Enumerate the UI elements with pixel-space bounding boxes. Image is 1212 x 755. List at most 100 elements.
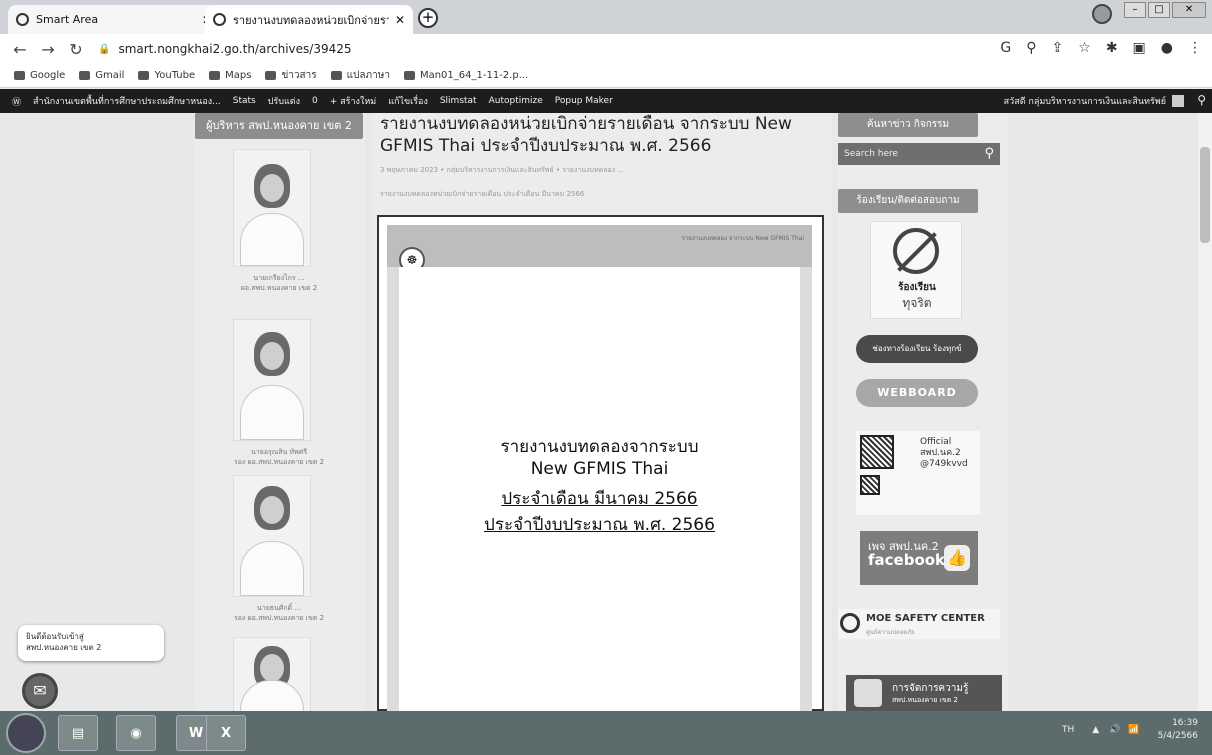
executive-photo-4[interactable] xyxy=(233,637,311,711)
executive-caption-3: นายธนศักดิ์ ... รอง ผอ.สพป.หนองคาย เขต 2 xyxy=(233,604,325,622)
clock-date: 5/4/2566 xyxy=(1157,731,1198,741)
admin-site-name[interactable]: สำนักงานเขตพื้นที่การศึกษาประถมศึกษาหนอง… xyxy=(33,94,221,108)
complaint-channel-button[interactable]: ช่องทางร้องเรียน ร้องทุกข์ xyxy=(856,335,978,363)
km-title: การจัดการความรู้ xyxy=(892,683,969,694)
google-lens-icon[interactable]: G xyxy=(1000,40,1011,56)
chat-welcome-bubble[interactable]: ยินดีต้อนรับเข้าสู่ สพป.หนองคาย เขต 2 xyxy=(18,625,164,661)
doc-line-1: รายงานงบทดลองจากระบบ xyxy=(500,437,699,457)
main-content: รายงานงบทดลองหน่วยเบิกจ่ายรายเดือน จากระ… xyxy=(372,113,832,711)
admin-search-icon[interactable]: ⚲ xyxy=(1197,93,1206,107)
admin-autoptimize[interactable]: Autoptimize xyxy=(489,96,543,106)
executive-photo-2[interactable] xyxy=(233,319,311,441)
wordpress-icon[interactable]: Ⓦ xyxy=(12,95,21,108)
volume-icon[interactable]: 🔊 xyxy=(1109,725,1120,735)
show-hidden-icons-icon[interactable]: ▲ xyxy=(1092,725,1099,735)
no-bribe-banner[interactable]: ร้องเรียน ทุจริต xyxy=(870,221,962,319)
post-excerpt: รายงานงบทดลองหน่วยเบิกจ่ายรายเดือน ประจำ… xyxy=(380,190,585,198)
photo-face xyxy=(260,654,284,682)
bookmark-google[interactable]: Google xyxy=(14,70,65,81)
photo-uniform xyxy=(240,212,304,266)
side-panel-icon[interactable]: ▣ xyxy=(1133,40,1146,56)
translate-icon xyxy=(330,71,342,80)
menu-kebab-icon[interactable]: ⋮ xyxy=(1188,40,1202,56)
admin-account[interactable]: สวัสดี กลุ่มบริหารงานการเงินและสินทรัพย์ xyxy=(1004,94,1184,108)
line-qr-banner[interactable]: Official สพป.นค.2 @749kvvd xyxy=(856,431,980,515)
network-icon[interactable]: 📶 xyxy=(1128,725,1139,735)
admin-stats[interactable]: Stats xyxy=(233,96,256,106)
tab-title: รายงานงบทดลองหน่วยเบิกจ่ายรา xyxy=(233,13,389,27)
admin-popup-maker[interactable]: Popup Maker xyxy=(555,96,613,106)
excel-taskbar-icon[interactable]: X xyxy=(206,715,246,751)
admin-greeting: สวัสดี กลุ่มบริหารงานการเงินและสินทรัพย์ xyxy=(1003,97,1166,107)
executive-photo-3[interactable] xyxy=(233,475,311,597)
new-tab-button[interactable]: + xyxy=(418,8,438,28)
pdf-embed[interactable]: รายงานงบทดลอง จากระบบ New GFMIS Thai ☸ ร… xyxy=(377,215,824,711)
search-placeholder: Search here xyxy=(844,149,899,159)
executive-caption-1: นายเกรียงไกร ... ผอ.สพป.หนองคาย เขต 2 xyxy=(240,274,318,292)
bookmark-maps[interactable]: Maps xyxy=(209,70,251,81)
bookmark-news[interactable]: ข่าวสาร xyxy=(265,68,317,83)
bookmark-pdf[interactable]: Man01_64_1-11-2.p... xyxy=(403,70,528,81)
file-explorer-icon[interactable]: ▤ xyxy=(58,715,98,751)
profile-icon[interactable] xyxy=(1092,4,1112,24)
share-icon[interactable]: ⇪ xyxy=(1052,40,1064,56)
zoom-icon[interactable]: ⚲ xyxy=(1026,40,1036,56)
doc-line-3: ประจำเดือน มีนาคม 2566 xyxy=(501,489,698,509)
address-bar-icons: G ⚲ ⇪ ☆ ✱ ▣ ● ⋮ xyxy=(985,40,1202,56)
photo-uniform xyxy=(240,384,304,440)
bookmarks-bar: Google Gmail YouTube Maps ข่าวสาร แปลภาษ… xyxy=(0,64,1212,88)
forward-icon[interactable]: → xyxy=(40,40,56,59)
scrollbar-thumb[interactable] xyxy=(1200,147,1210,243)
right-sidebar: ค้นหาข่าว กิจกรรม Search here ⚲ ร้องเรีย… xyxy=(838,113,1008,711)
executive-photo-1[interactable] xyxy=(233,149,311,267)
reload-icon[interactable]: ↻ xyxy=(68,40,84,59)
maximize-button[interactable]: □ xyxy=(1148,2,1170,18)
knowledge-icon xyxy=(854,679,882,707)
bookmark-gmail[interactable]: Gmail xyxy=(79,70,124,81)
tab-smart-area[interactable]: Smart Area ✕ xyxy=(8,5,220,34)
news-search-heading: ค้นหาข่าว กิจกรรม xyxy=(838,113,978,137)
profile-avatar-icon[interactable]: ● xyxy=(1161,40,1173,56)
moe-safety-banner[interactable]: MOE SAFETY CENTER ศูนย์ความปลอดภัย xyxy=(838,609,1000,639)
bookmark-youtube[interactable]: YouTube xyxy=(138,70,195,81)
admin-avatar xyxy=(1172,95,1184,107)
bookmark-translate[interactable]: แปลภาษา xyxy=(330,68,390,83)
language-indicator[interactable]: TH xyxy=(1062,725,1074,735)
messenger-icon[interactable]: ✉ xyxy=(22,673,58,709)
back-icon[interactable]: ← xyxy=(12,40,28,59)
url-field[interactable]: 🔒 smart.nongkhai2.go.th/archives/39425 xyxy=(98,42,352,56)
admin-customize[interactable]: ปรับแต่ง xyxy=(268,94,300,108)
close-window-button[interactable]: ✕ xyxy=(1172,2,1206,18)
doc-line-4: ประจำปีงบประมาณ พ.ศ. 2566 xyxy=(484,515,715,535)
tab-report[interactable]: รายงานงบทดลองหน่วยเบิกจ่ายรา ✕ xyxy=(205,5,413,34)
close-tab-icon[interactable]: ✕ xyxy=(395,13,405,27)
minimize-button[interactable]: – xyxy=(1124,2,1146,18)
start-button[interactable] xyxy=(6,713,46,753)
google-icon xyxy=(14,71,25,80)
pdf-icon xyxy=(403,71,415,80)
admin-edit-post[interactable]: แก้ไขเรื่อง xyxy=(388,94,428,108)
webboard-button[interactable]: WEBBOARD xyxy=(856,379,978,407)
knowledge-management-banner[interactable]: การจัดการความรู้ สพป.หนองคาย เขต 2 xyxy=(846,675,1002,711)
chrome-taskbar-icon[interactable]: ◉ xyxy=(116,715,156,751)
qr-code-small-icon xyxy=(860,475,880,495)
doc-line-2: New GFMIS Thai xyxy=(530,459,669,479)
clock-time: 16:39 xyxy=(1172,718,1198,728)
left-sidebar: ผู้บริหาร สพป.หนองคาย เขต 2 นายเกรียงไกร… xyxy=(195,113,365,711)
window-controls: – □ ✕ xyxy=(1122,2,1206,18)
search-icon[interactable]: ⚲ xyxy=(984,143,994,165)
page-scrollbar[interactable] xyxy=(1198,113,1212,711)
search-input[interactable]: Search here ⚲ xyxy=(838,143,1000,165)
windows-taskbar: ▤ ◉ W X TH ▲ 🔊 📶 16:39 5/4/2566 xyxy=(0,711,1212,755)
extensions-icon[interactable]: ✱ xyxy=(1106,40,1118,56)
pdf-header-text: รายงานงบทดลอง จากระบบ New GFMIS Thai xyxy=(681,235,804,242)
admin-slimstat[interactable]: Slimstat xyxy=(440,96,477,106)
thumbs-up-icon: 👍 xyxy=(944,545,970,571)
clock[interactable]: 16:39 5/4/2566 xyxy=(1158,717,1198,743)
admin-comments[interactable]: 0 xyxy=(312,96,318,106)
admin-new[interactable]: + สร้างใหม่ xyxy=(330,94,376,108)
bookmark-star-icon[interactable]: ☆ xyxy=(1078,40,1091,56)
photo-face xyxy=(260,496,284,524)
lock-icon: 🔒 xyxy=(98,43,111,55)
facebook-page-banner[interactable]: เพจ สพป.นค.2 facebook 👍 xyxy=(860,531,978,585)
